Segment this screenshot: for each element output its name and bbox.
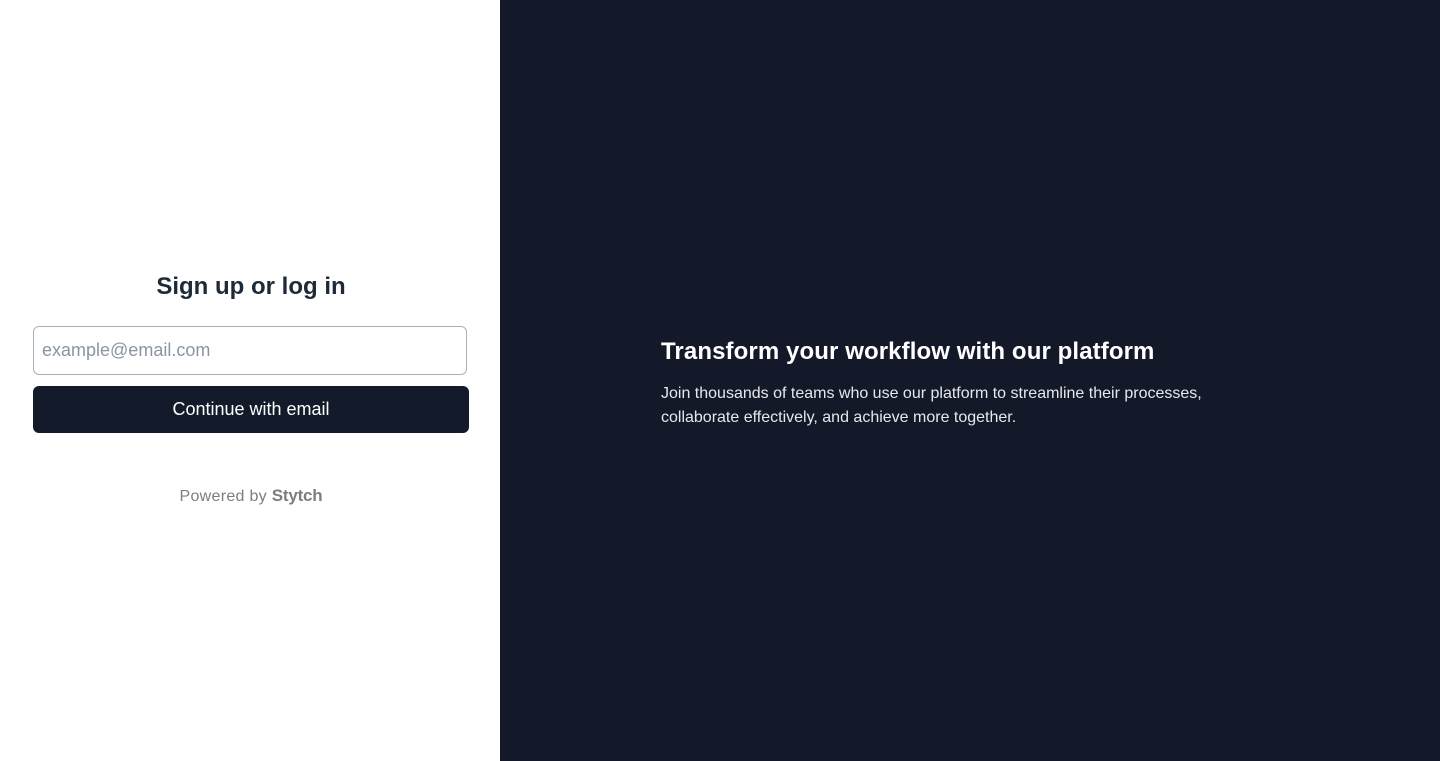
email-input[interactable] (33, 326, 467, 375)
powered-by-prefix: Powered by (179, 488, 267, 505)
powered-by: Powered by Stytch (33, 486, 469, 506)
continue-with-email-button[interactable]: Continue with email (33, 386, 469, 433)
promo-content: Transform your workflow with our platfor… (661, 336, 1281, 430)
promo-panel: Transform your workflow with our platfor… (500, 0, 1440, 761)
auth-title: Sign up or log in (156, 273, 346, 300)
page: Sign up or log in Continue with email Po… (0, 0, 1440, 761)
stytch-logo: Stytch (271, 486, 323, 505)
promo-title: Transform your workflow with our platfor… (661, 338, 1155, 365)
auth-card: Sign up or log in Continue with email Po… (33, 270, 469, 506)
auth-panel: Sign up or log in Continue with email Po… (0, 0, 500, 761)
promo-body: Join thousands of teams who use our plat… (661, 385, 1202, 426)
